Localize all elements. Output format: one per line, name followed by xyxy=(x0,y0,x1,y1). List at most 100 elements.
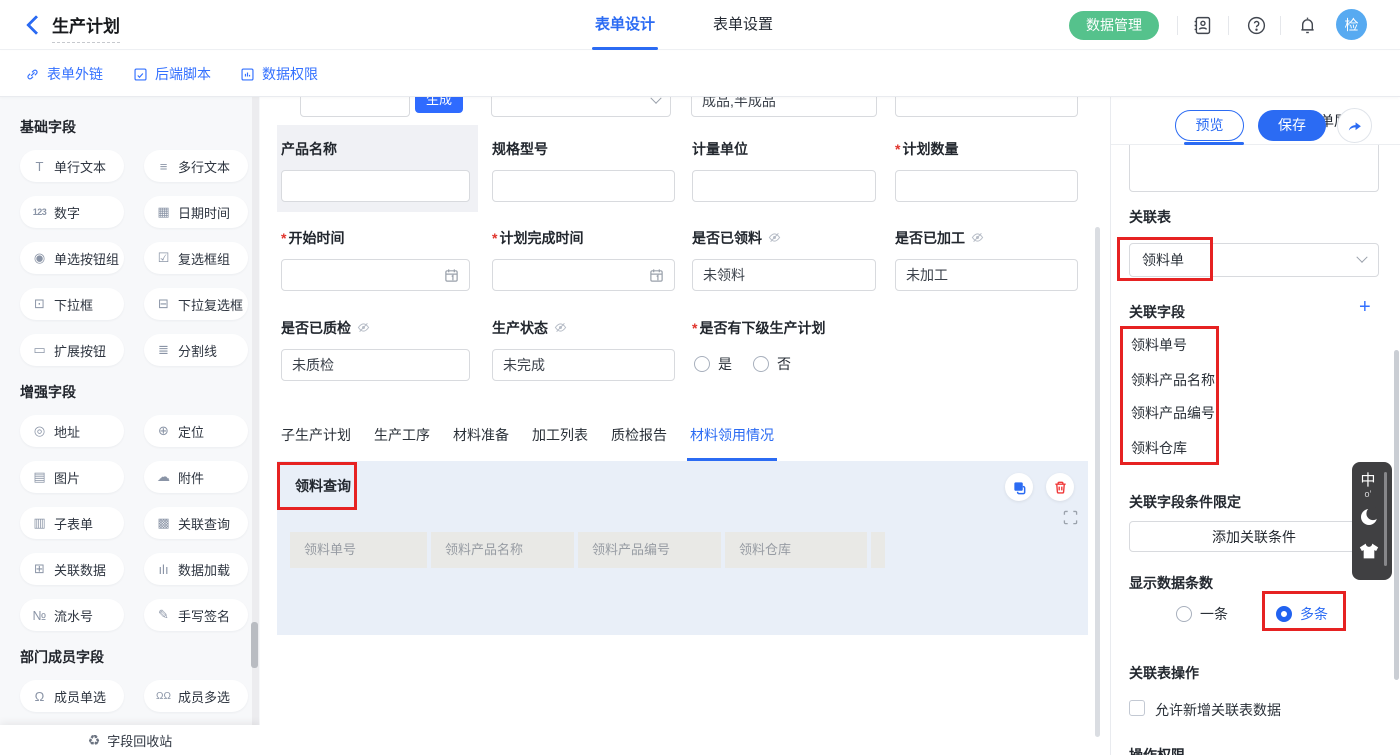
column-header[interactable]: 领料仓库 xyxy=(725,532,867,568)
unit-input[interactable] xyxy=(692,170,876,202)
sidebar-item-member-multi[interactable]: ΩΩ成员多选 xyxy=(144,680,248,712)
column-header[interactable]: 领料单号 xyxy=(290,532,427,568)
sidebar-item-radio-group[interactable]: ◉单选按钮组 xyxy=(20,242,124,274)
field-is-processed[interactable]: 是否已加工 未加工 xyxy=(895,229,1078,304)
field-is-inspected[interactable]: 是否已质检 未质检 xyxy=(281,319,470,394)
form-external-link[interactable]: 表单外链 xyxy=(25,51,103,97)
save-button[interactable]: 保存 xyxy=(1258,110,1326,141)
sidebar-item-select[interactable]: ⊡下拉框 xyxy=(20,288,124,320)
product-type-input[interactable]: 成品,半成品 xyxy=(691,97,877,117)
sidebar-scrollbar[interactable] xyxy=(252,97,259,725)
field-label: 生产状态 xyxy=(492,318,548,338)
sidebar-item-location[interactable]: ⊕定位 xyxy=(144,415,248,447)
panel-scrollbar[interactable] xyxy=(1394,350,1399,680)
preview-button[interactable]: 预览 xyxy=(1175,110,1244,141)
spec-model-input[interactable] xyxy=(492,170,675,202)
tab-qc-report[interactable]: 质检报告 xyxy=(611,425,667,455)
sidebar-item-single-text[interactable]: T单行文本 xyxy=(20,150,124,182)
sidebar-item-data-load[interactable]: ılı数据加载 xyxy=(144,553,248,585)
sidebar-item-checkbox-group[interactable]: ☑复选框组 xyxy=(144,242,248,274)
tab-material-prep[interactable]: 材料准备 xyxy=(453,425,509,455)
sidebar-item-lookup[interactable]: ▩关联查询 xyxy=(144,507,248,539)
tab-process[interactable]: 生产工序 xyxy=(374,425,430,455)
copy-widget-button[interactable] xyxy=(1005,473,1033,501)
is-picked-input[interactable]: 未领料 xyxy=(692,259,876,291)
plan-qty-input[interactable] xyxy=(895,170,1078,202)
share-button[interactable] xyxy=(1337,108,1372,143)
sidebar-item-divider[interactable]: ≣分割线 xyxy=(144,334,248,366)
start-time-input[interactable] xyxy=(281,259,470,291)
sidebar-item-related-data[interactable]: ⊞关联数据 xyxy=(20,553,124,585)
tab-form-settings[interactable]: 表单设置 xyxy=(713,0,773,50)
sidebar-item-multi-text[interactable]: ≡多行文本 xyxy=(144,150,248,182)
is-inspected-input[interactable]: 未质检 xyxy=(281,349,470,381)
item-label: 关联数据 xyxy=(54,560,106,579)
tab-material-usage[interactable]: 材料领用情况 xyxy=(690,425,774,455)
theme-skin-icon[interactable] xyxy=(1358,540,1380,562)
field-finish-time[interactable]: *计划完成时间 xyxy=(492,229,675,304)
material-lookup-widget[interactable]: 领料查询 领料单号 领料产品名称 领料产品编号 领料仓库 xyxy=(277,461,1088,635)
column-header[interactable]: 领料产品名称 xyxy=(431,532,574,568)
field-spec-model[interactable]: 规格型号 xyxy=(492,140,675,215)
add-condition-button[interactable]: 添加关联条件 xyxy=(1129,521,1379,552)
user-avatar[interactable]: 检 xyxy=(1336,9,1367,40)
clipped-input[interactable] xyxy=(895,97,1078,117)
sidebar-item-extend-button[interactable]: ▭扩展按钮 xyxy=(20,334,124,366)
backend-script-link[interactable]: 后端脚本 xyxy=(133,51,211,97)
serial-icon: № xyxy=(32,608,47,623)
dark-mode-icon[interactable] xyxy=(1358,506,1380,528)
tab-form-design[interactable]: 表单设计 xyxy=(595,0,655,50)
sidebar-item-number[interactable]: 123数字 xyxy=(20,196,124,228)
related-field-item[interactable]: 领料仓库 xyxy=(1131,438,1187,458)
data-manage-button[interactable]: 数据管理 xyxy=(1069,11,1159,40)
related-table-select[interactable]: 领料单 xyxy=(1129,243,1379,277)
clipped-input[interactable] xyxy=(300,97,410,117)
notification-bell-icon[interactable] xyxy=(1297,15,1318,36)
tab-sub-plan[interactable]: 子生产计划 xyxy=(281,425,351,455)
field-sub-plan[interactable]: *是否有下级生产计划 是 否 xyxy=(692,319,992,394)
related-field-item[interactable]: 领料产品编号 xyxy=(1131,403,1215,423)
is-processed-input[interactable]: 未加工 xyxy=(895,259,1078,291)
field-is-picked[interactable]: 是否已领料 未领料 xyxy=(692,229,876,304)
add-related-field-icon[interactable]: + xyxy=(1359,297,1371,317)
expand-icon[interactable] xyxy=(1063,510,1078,525)
contacts-icon[interactable] xyxy=(1192,15,1213,36)
sidebar-item-subform[interactable]: ▥子表单 xyxy=(20,507,124,539)
field-unit[interactable]: 计量单位 xyxy=(692,140,876,215)
sidebar-item-address[interactable]: ◎地址 xyxy=(20,415,124,447)
field-start-time[interactable]: *开始时间 xyxy=(281,229,470,304)
prod-status-input[interactable]: 未完成 xyxy=(492,349,675,381)
field-prod-status[interactable]: 生产状态 未完成 xyxy=(492,319,675,394)
generate-button[interactable]: 生成 xyxy=(415,97,463,113)
sidebar-item-signature[interactable]: ✎手写签名 xyxy=(144,599,248,631)
clipped-select[interactable] xyxy=(491,97,671,117)
back-icon[interactable] xyxy=(22,14,44,36)
finish-time-input[interactable] xyxy=(492,259,675,291)
column-header-empty xyxy=(871,532,885,568)
product-name-input[interactable] xyxy=(281,170,470,202)
field-product-name[interactable]: 产品名称 xyxy=(281,140,470,215)
language-toggle[interactable]: 中 xyxy=(1352,469,1384,490)
sidebar-item-image[interactable]: ▤图片 xyxy=(20,461,124,493)
related-field-item[interactable]: 领料单号 xyxy=(1131,335,1187,355)
sub-plan-radio-no[interactable]: 否 xyxy=(753,354,791,374)
field-plan-qty[interactable]: *计划数量 xyxy=(895,140,1078,215)
tab-process-list[interactable]: 加工列表 xyxy=(532,425,588,455)
help-icon[interactable] xyxy=(1246,15,1267,36)
delete-widget-button[interactable] xyxy=(1046,473,1074,501)
sidebar-item-member-single[interactable]: Ω成员单选 xyxy=(20,680,124,712)
sidebar-item-attachment[interactable]: ☁附件 xyxy=(144,461,248,493)
field-recycle-bin[interactable]: ♻ 字段回收站 xyxy=(0,725,260,755)
canvas-scrollbar[interactable] xyxy=(1095,227,1100,737)
sidebar-item-serial-number[interactable]: №流水号 xyxy=(20,599,124,631)
allow-add-related-checkbox[interactable] xyxy=(1129,700,1145,716)
sidebar-item-multi-select[interactable]: ⊟下拉复选框 xyxy=(144,288,248,320)
sub-plan-radio-yes[interactable]: 是 xyxy=(694,354,732,374)
allow-add-related-label[interactable]: 允许新增关联表数据 xyxy=(1155,700,1281,720)
related-field-item[interactable]: 领料产品名称 xyxy=(1131,370,1215,390)
data-permission-link[interactable]: 数据权限 xyxy=(240,51,318,97)
column-header[interactable]: 领料产品编号 xyxy=(578,532,721,568)
display-count-multi-radio[interactable]: 多条 xyxy=(1276,604,1328,624)
sidebar-item-datetime[interactable]: ▦日期时间 xyxy=(144,196,248,228)
display-count-single-radio[interactable]: 一条 xyxy=(1176,604,1228,624)
